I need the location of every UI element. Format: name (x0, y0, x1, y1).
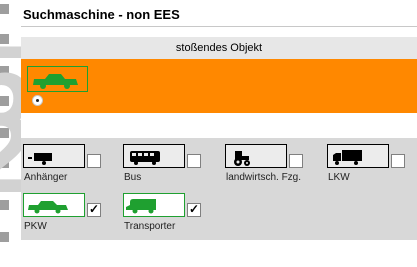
lkw-label: LKW (328, 172, 350, 183)
pkw-checkbox[interactable]: ✓ (87, 202, 101, 217)
lkw-checkbox[interactable] (391, 154, 405, 168)
landwirtsch-checkbox[interactable] (289, 154, 303, 168)
section-header: stoßendes Objekt (21, 37, 417, 59)
landwirtsch-label: landwirtsch. Fzg. (226, 172, 302, 183)
bus-label: Bus (124, 172, 142, 183)
check-icon: ✓ (89, 202, 100, 216)
selected-object-area (21, 59, 417, 113)
truck-icon[interactable] (327, 144, 389, 168)
van-icon[interactable] (123, 193, 185, 217)
transporter-checkbox[interactable]: ✓ (187, 202, 201, 217)
deco-square (0, 4, 9, 14)
pkw-label: PKW (24, 221, 47, 232)
search-panel: Suchmaschine - non EES stoßendes Objekt (17, 0, 417, 267)
bus-checkbox[interactable] (187, 154, 201, 168)
anhaenger-checkbox[interactable] (87, 154, 101, 168)
check-icon: ✓ (189, 202, 200, 216)
title-divider (21, 26, 417, 27)
selected-car-icon[interactable] (27, 66, 88, 92)
tractor-icon[interactable] (225, 144, 287, 168)
trailer-icon[interactable] (23, 144, 85, 168)
transporter-label: Transporter (124, 221, 176, 232)
selected-radio-button[interactable] (32, 95, 43, 106)
bus-icon[interactable] (123, 144, 185, 168)
deco-square (0, 232, 9, 242)
car-icon[interactable] (23, 193, 85, 217)
anhaenger-label: Anhänger (24, 172, 68, 183)
page-title: Suchmaschine - non EES (23, 7, 180, 22)
spacer (21, 113, 417, 138)
